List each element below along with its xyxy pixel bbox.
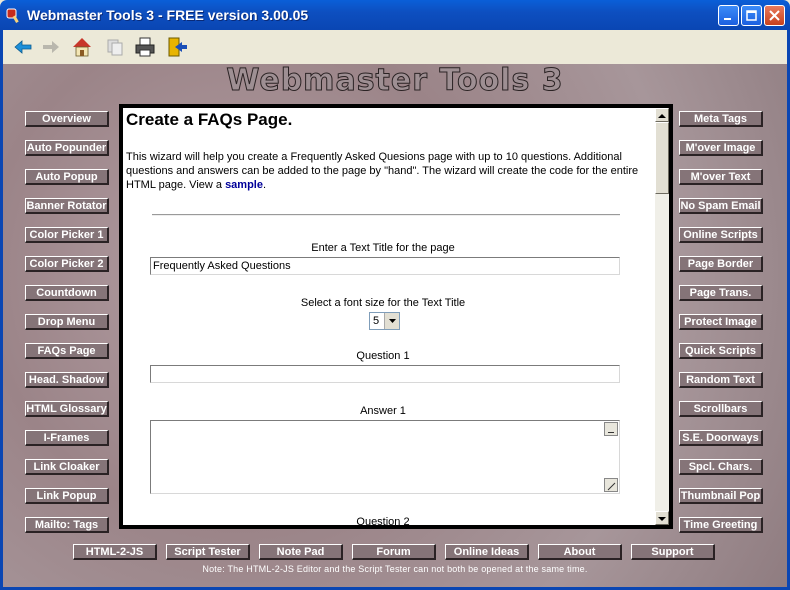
- nav-online-scripts[interactable]: Online Scripts: [679, 227, 763, 243]
- app-icon: [6, 8, 19, 23]
- banner-title: Webmaster Tools 3: [226, 63, 564, 98]
- nav-mailto-tags[interactable]: Mailto: Tags: [25, 517, 109, 533]
- nav-spcl-chars[interactable]: Spcl. Chars.: [679, 459, 763, 475]
- html-2-js-button[interactable]: HTML-2-JS: [73, 544, 157, 560]
- nav-auto-popunder[interactable]: Auto Popunder: [25, 140, 109, 156]
- textarea-scroll-up[interactable]: [604, 422, 618, 436]
- scroll-down-icon[interactable]: [655, 511, 669, 525]
- nav-mover-image[interactable]: M'over Image: [679, 140, 763, 156]
- title-input[interactable]: Frequently Asked Questions: [150, 257, 620, 275]
- intro-text: This wizard will help you create a Frequ…: [126, 150, 650, 192]
- footer-note: Note: The HTML-2-JS Editor and the Scrip…: [202, 564, 588, 574]
- nav-page-border[interactable]: Page Border: [679, 256, 763, 272]
- nav-link-cloaker[interactable]: Link Cloaker: [25, 459, 109, 475]
- nav-auto-popup[interactable]: Auto Popup: [25, 169, 109, 185]
- nav-countdown[interactable]: Countdown: [25, 285, 109, 301]
- intro-end: .: [262, 179, 267, 191]
- question-2-label: Question 2: [356, 516, 410, 525]
- window-title: Webmaster Tools 3 - FREE version 3.00.05: [27, 7, 309, 23]
- wizard-page: Create a FAQs Page. This wizard will hel…: [123, 108, 655, 525]
- answer-1-textarea[interactable]: [150, 420, 620, 494]
- nav-faqs-page[interactable]: FAQs Page: [25, 343, 109, 359]
- close-button[interactable]: [764, 5, 785, 26]
- nav-link-popup[interactable]: Link Popup: [25, 488, 109, 504]
- font-size-select[interactable]: 5: [369, 312, 400, 330]
- nav-html-glossary[interactable]: HTML Glossary: [25, 401, 109, 417]
- copy-icon[interactable]: [103, 35, 127, 59]
- divider: [152, 214, 620, 216]
- question-1-label: Question 1: [356, 350, 410, 362]
- nav-quick-scripts[interactable]: Quick Scripts: [679, 343, 763, 359]
- question-1-input[interactable]: [150, 365, 620, 383]
- nav-banner-rotator[interactable]: Banner Rotator: [25, 198, 109, 214]
- nav-protect-image[interactable]: Protect Image: [679, 314, 763, 330]
- scroll-thumb[interactable]: [655, 122, 669, 194]
- about-button[interactable]: About: [538, 544, 622, 560]
- nav-overview[interactable]: Overview: [25, 111, 109, 127]
- font-size-value: 5: [373, 315, 380, 327]
- minimize-button[interactable]: [718, 5, 739, 26]
- online-ideas-button[interactable]: Online Ideas: [445, 544, 529, 560]
- nav-head-shadow[interactable]: Head. Shadow: [25, 372, 109, 388]
- content-panel: Create a FAQs Page. This wizard will hel…: [119, 104, 673, 529]
- back-arrow-icon[interactable]: [11, 35, 35, 59]
- scroll-up-icon[interactable]: [655, 108, 669, 122]
- main-area: Webmaster Tools 3 Overview Auto Popunder…: [3, 63, 787, 587]
- support-button[interactable]: Support: [631, 544, 715, 560]
- sample-link[interactable]: sample: [225, 179, 263, 191]
- answer-1-label: Answer 1: [360, 405, 406, 417]
- forum-button[interactable]: Forum: [352, 544, 436, 560]
- nav-mover-text[interactable]: M'over Text: [679, 169, 763, 185]
- nav-scrollbars[interactable]: Scrollbars: [679, 401, 763, 417]
- nav-drop-menu[interactable]: Drop Menu: [25, 314, 109, 330]
- title-label: Enter a Text Title for the page: [311, 242, 455, 254]
- page-heading: Create a FAQs Page.: [126, 110, 293, 129]
- nav-meta-tags[interactable]: Meta Tags: [679, 111, 763, 127]
- home-icon[interactable]: [70, 35, 94, 59]
- nav-i-frames[interactable]: I-Frames: [25, 430, 109, 446]
- note-pad-button[interactable]: Note Pad: [259, 544, 343, 560]
- nav-page-trans[interactable]: Page Trans.: [679, 285, 763, 301]
- dropdown-arrow-icon[interactable]: [384, 313, 399, 329]
- title-bar: Webmaster Tools 3 - FREE version 3.00.05: [0, 0, 790, 30]
- intro-paragraph: This wizard will help you create a Frequ…: [126, 151, 639, 191]
- nav-color-picker-2[interactable]: Color Picker 2: [25, 256, 109, 272]
- nav-thumbnail-pop[interactable]: Thumbnail Pop: [679, 488, 763, 504]
- exit-icon[interactable]: [165, 35, 189, 59]
- font-size-label: Select a font size for the Text Title: [300, 297, 466, 309]
- nav-se-doorways[interactable]: S.E. Doorways: [679, 430, 763, 446]
- nav-no-spam-email[interactable]: No Spam Email: [679, 198, 763, 214]
- nav-color-picker-1[interactable]: Color Picker 1: [25, 227, 109, 243]
- textarea-resize-handle[interactable]: [604, 478, 618, 492]
- content-scrollbar[interactable]: [655, 108, 669, 525]
- print-icon[interactable]: [133, 35, 157, 59]
- maximize-button[interactable]: [741, 5, 762, 26]
- script-tester-button[interactable]: Script Tester: [166, 544, 250, 560]
- toolbar: [0, 30, 790, 64]
- forward-arrow-icon[interactable]: [39, 35, 63, 59]
- nav-random-text[interactable]: Random Text: [679, 372, 763, 388]
- nav-time-greeting[interactable]: Time Greeting: [679, 517, 763, 533]
